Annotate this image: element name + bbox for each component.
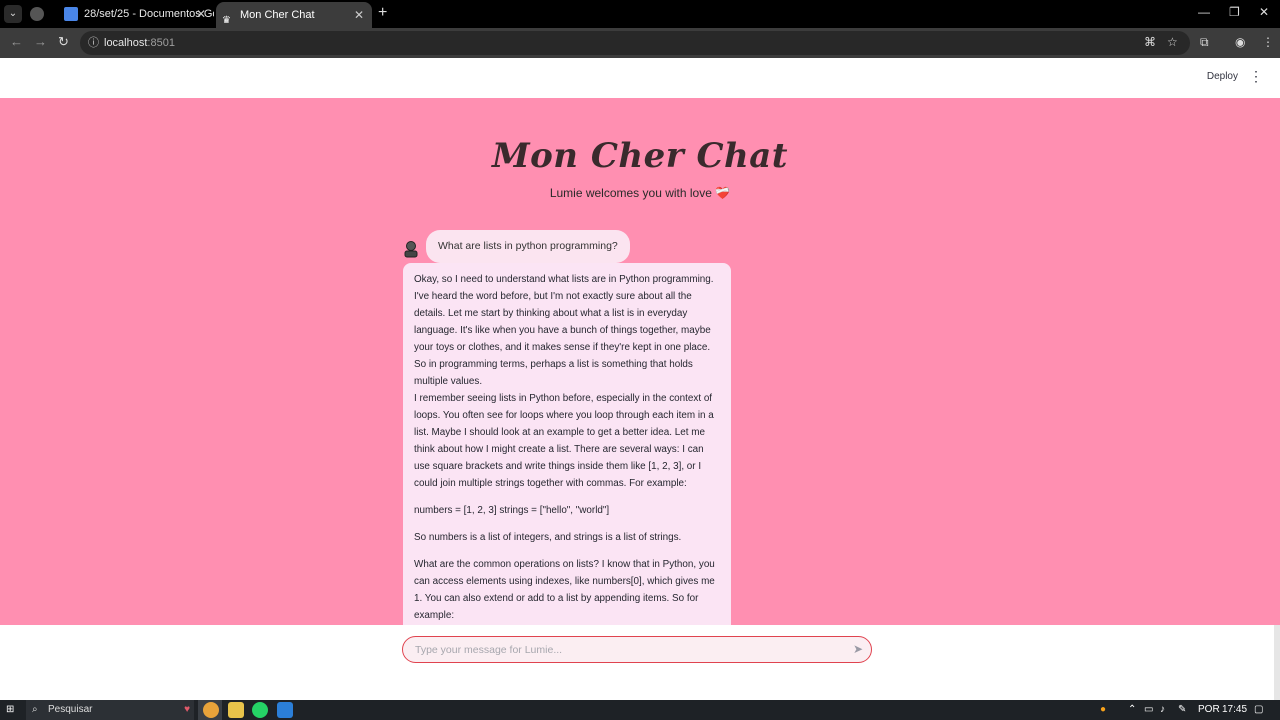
mending-heart-icon: ❤️‍🩹	[715, 186, 731, 200]
send-icon[interactable]: ➤	[853, 642, 863, 656]
close-tab-icon[interactable]: ✕	[354, 2, 364, 28]
close-window-icon[interactable]: ✕	[1259, 5, 1269, 19]
pen-icon[interactable]: ✎	[1178, 702, 1186, 718]
browser-tab-bar: ⌄ 28/set/25 - Documentos Goog ✕ ♛ Mon Che…	[0, 0, 1280, 28]
extensions-icon[interactable]: ⧉	[1200, 35, 1209, 50]
docs-icon	[64, 7, 78, 22]
tab-google-docs[interactable]: 28/set/25 - Documentos Goog ✕	[56, 0, 214, 28]
crown-icon: ♛	[222, 15, 231, 27]
address-bar-row: ← → ↻ ⓘ localhost:8501 ⌘ ☆ ⧉ ◉ ⋮	[0, 28, 1280, 58]
url-host: localhost	[104, 37, 148, 49]
close-tab-icon[interactable]: ✕	[196, 0, 206, 28]
page-title: Mon Cher Chat	[491, 136, 789, 176]
file-explorer-icon[interactable]	[228, 702, 244, 718]
user-avatar-icon	[404, 241, 418, 258]
search-icon: ⌕	[32, 704, 38, 715]
assistant-paragraph: Okay, so I need to understand what lists…	[414, 274, 714, 387]
notification-badge-icon[interactable]: ●	[1100, 702, 1106, 718]
notifications-icon[interactable]: ▢	[1254, 702, 1263, 718]
tab-docs-title: 28/set/25 - Documentos Goog	[84, 8, 214, 20]
tab-search-chevron-icon[interactable]: ⌄	[4, 5, 22, 23]
tab-active-title: Mon Cher Chat	[240, 9, 315, 21]
vscode-icon[interactable]	[277, 702, 293, 718]
browser-menu-icon[interactable]: ⋮	[1262, 35, 1274, 49]
profile-icon[interactable]: ◉	[1235, 35, 1245, 49]
url-port: :8501	[147, 37, 175, 49]
assistant-paragraph: What are the common operations on lists?…	[414, 559, 715, 621]
restore-icon[interactable]: ❐	[1229, 5, 1240, 19]
github-icon	[30, 7, 44, 22]
subtitle-text: Lumie welcomes you with love	[549, 186, 712, 200]
forward-icon[interactable]: →	[34, 34, 47, 49]
tray-chevron-icon[interactable]: ⌃	[1128, 702, 1136, 718]
assistant-paragraph: So numbers is a list of integers, and st…	[414, 532, 682, 543]
assistant-code-line: numbers = [1, 2, 3] strings = ["hello", …	[414, 505, 610, 516]
reload-icon[interactable]: ↻	[58, 34, 69, 50]
chrome-icon[interactable]	[203, 702, 219, 718]
chat-input[interactable]	[413, 639, 833, 660]
assistant-paragraph: I remember seeing lists in Python before…	[414, 393, 714, 489]
translate-icon[interactable]: ⌘	[1144, 35, 1156, 49]
taskbar-search[interactable]: ⌕ Pesquisar ♥	[26, 700, 194, 720]
network-icon[interactable]: ▭	[1144, 702, 1153, 718]
app-header: Deploy ⋮	[0, 58, 1280, 98]
new-tab-icon[interactable]: +	[378, 4, 387, 22]
tab-github[interactable]	[30, 0, 52, 28]
search-highlight-icon: ♥	[184, 704, 190, 715]
page-scrollbar[interactable]	[1274, 625, 1280, 700]
url-input[interactable]: ⓘ localhost:8501	[80, 31, 1190, 55]
windows-start-icon[interactable]: ⊞	[6, 702, 14, 718]
taskbar-search-label: Pesquisar	[48, 704, 93, 715]
deploy-button[interactable]: Deploy	[1207, 71, 1238, 82]
app-menu-icon[interactable]: ⋮	[1249, 68, 1263, 85]
page-subtitle: Lumie welcomes you with love ❤️‍🩹	[0, 186, 1280, 200]
bookmark-star-icon[interactable]: ☆	[1167, 35, 1178, 49]
user-message-text: What are lists in python programming?	[438, 240, 618, 252]
whatsapp-icon[interactable]	[252, 702, 268, 718]
tab-mon-cher-chat[interactable]: ♛ Mon Cher Chat ✕	[216, 2, 372, 28]
minimize-icon[interactable]: —	[1198, 5, 1210, 19]
user-message-bubble: What are lists in python programming?	[426, 230, 630, 263]
clock[interactable]: 17:45	[1222, 702, 1247, 718]
language-indicator[interactable]: POR	[1198, 702, 1220, 718]
site-info-icon[interactable]: ⓘ	[88, 31, 99, 55]
assistant-message-bubble: Okay, so I need to understand what lists…	[403, 263, 731, 625]
chat-input-area: ➤	[0, 625, 1274, 700]
back-icon[interactable]: ←	[10, 34, 23, 49]
chat-input-container: ➤	[402, 636, 872, 663]
windows-taskbar: ⊞ ⌕ Pesquisar ♥ ● ⌃ ▭ ♪ ✎ POR 17:45 ▢	[0, 700, 1280, 720]
volume-icon[interactable]: ♪	[1160, 702, 1165, 718]
